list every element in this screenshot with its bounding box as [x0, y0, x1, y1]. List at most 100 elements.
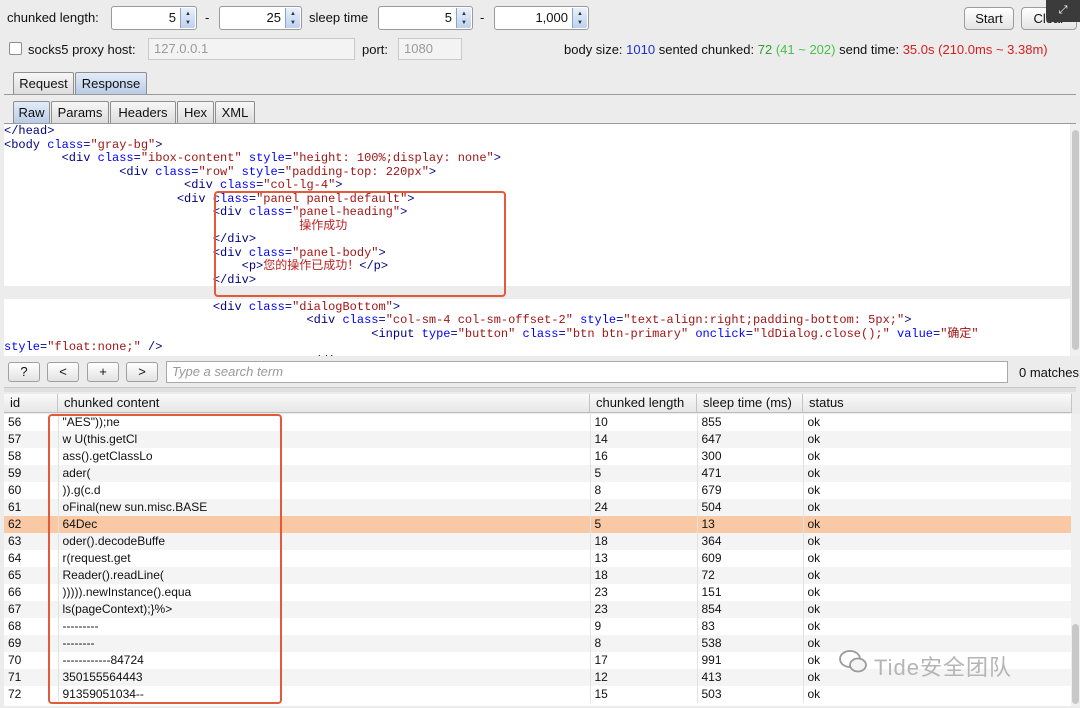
table-scrollbar[interactable] [1071, 414, 1080, 706]
cell-status: ok [803, 431, 1072, 448]
code-line: style="float:none;" /> [4, 341, 162, 354]
watermark-text: Tide安全团队 [874, 655, 1012, 680]
range-dash: - [205, 10, 210, 25]
code-token: = [558, 326, 566, 341]
col-id[interactable]: id [4, 394, 58, 413]
code-line: <div class="row" style="padding-top: 220… [4, 164, 437, 179]
table-scroll-thumb[interactable] [1072, 624, 1079, 704]
code-token: class [97, 151, 134, 165]
code-token: = [277, 164, 285, 179]
code-token: "btn btn-primary" [565, 326, 689, 341]
code-token: <div [4, 245, 249, 260]
expand-icon[interactable]: ⤢ [1046, 0, 1080, 22]
cell-status: ok [803, 482, 1072, 499]
code-token: > [904, 313, 912, 327]
tab-xml[interactable]: XML [215, 101, 255, 123]
code-token: "float:none;" [47, 340, 141, 354]
cell-sleep-time: 151 [697, 584, 804, 601]
cell-sleep-time: 83 [697, 618, 804, 635]
code-token: class [155, 164, 192, 179]
code-token: > [335, 178, 343, 192]
cell-sleep-time: 364 [697, 533, 804, 550]
code-token: > [493, 151, 501, 165]
spinner-arrows-icon[interactable]: ▲ ▼ [456, 8, 471, 28]
code-token: "button" [457, 326, 516, 341]
col-status[interactable]: status [803, 394, 1072, 413]
wechat-icon [839, 650, 867, 673]
cell-sleep-time: 854 [697, 601, 804, 618]
cell-sleep-time: 413 [697, 669, 804, 686]
code-scroll-thumb[interactable] [1072, 130, 1079, 350]
code-token: = [284, 299, 293, 314]
chunked-min-value: 5 [168, 10, 176, 25]
sented-value: 72 [757, 42, 773, 57]
code-token: "ibox-content" [140, 151, 242, 165]
sleep-min-spinner[interactable]: 5 ▲ ▼ [378, 6, 473, 30]
code-line: <div class="ibox-content" style="height:… [4, 152, 501, 165]
tab-params[interactable]: Params [51, 101, 109, 123]
socks-label: socks5 proxy host: [28, 42, 136, 57]
code-token: > [392, 299, 401, 314]
cell-status: ok [803, 516, 1072, 533]
spinner-arrows-icon[interactable]: ▲ ▼ [285, 8, 300, 28]
chunked-min-spinner[interactable]: 5 ▲ ▼ [111, 6, 197, 30]
next-match-button[interactable]: > [126, 362, 158, 382]
cell-chunked-length: 24 [590, 499, 698, 516]
code-token: > [428, 164, 437, 179]
chunked-max-spinner[interactable]: 25 ▲ ▼ [219, 6, 302, 30]
body-size-value: 1010 [626, 42, 656, 57]
code-token: class [248, 299, 285, 314]
col-chunked-length[interactable]: chunked length [590, 394, 697, 413]
cell-sleep-time: 679 [697, 482, 804, 499]
port-label: port: [362, 42, 389, 57]
port-input[interactable]: 1080 [398, 38, 462, 60]
col-sleep-time[interactable]: sleep time (ms) [697, 394, 803, 413]
cell-chunked-length: 23 [590, 601, 698, 618]
start-button[interactable]: Start [964, 7, 1014, 30]
tab-hex[interactable]: Hex [177, 101, 214, 123]
prev-match-button[interactable]: < [47, 362, 79, 382]
cell-chunked-length: 10 [590, 414, 698, 431]
raw-response-view[interactable]: </head> <body class="gray-bg"> <div class… [4, 124, 1070, 356]
code-line: <body class="gray-bg"> [4, 138, 162, 152]
cell-chunked-length: 16 [590, 448, 698, 465]
tab-headers[interactable]: Headers [110, 101, 176, 123]
cell-chunked-length: 8 [590, 482, 698, 499]
tab-response[interactable]: Response [75, 72, 147, 94]
help-button[interactable]: ? [8, 362, 40, 382]
spinner-arrows-icon[interactable]: ▲ ▼ [180, 8, 195, 28]
cell-chunked-length: 5 [590, 516, 698, 533]
code-token: style [580, 313, 617, 327]
code-line: </div> [4, 354, 349, 356]
col-chunked-content[interactable]: chunked content [58, 394, 590, 413]
tab-raw[interactable]: Raw [13, 101, 50, 123]
cell-chunked-length: 9 [590, 618, 698, 635]
cell-chunked-length: 18 [590, 533, 698, 550]
cell-sleep-time: 300 [697, 448, 804, 465]
cell-sleep-time: 13 [697, 516, 804, 533]
add-button[interactable]: + [87, 362, 119, 382]
socks-checkbox[interactable] [9, 42, 22, 55]
code-token: style [248, 151, 285, 165]
code-scrollbar[interactable] [1071, 124, 1080, 356]
cell-status: ok [803, 567, 1072, 584]
range-dash: - [480, 10, 485, 25]
tab-request[interactable]: Request [13, 72, 74, 94]
cell-status: ok [803, 414, 1072, 431]
highlight-box [214, 191, 506, 297]
search-input[interactable]: Type a search term [166, 361, 1008, 383]
code-token: = [450, 326, 458, 341]
sented-label: sented chunked: [658, 42, 755, 57]
code-token: <div [4, 299, 249, 314]
socks-host-input[interactable]: 127.0.0.1 [148, 38, 355, 60]
cell-chunked-length: 15 [590, 686, 698, 703]
sented-range: (41 ~ 202) [775, 42, 836, 57]
cell-status: ok [803, 686, 1072, 703]
spinner-arrows-icon[interactable]: ▲ ▼ [572, 8, 587, 28]
code-token: = [745, 326, 753, 341]
cell-chunked-length: 17 [590, 652, 698, 669]
code-token: <div [4, 151, 98, 165]
sleep-max-spinner[interactable]: 1,000 ▲ ▼ [494, 6, 589, 30]
split-divider[interactable] [4, 387, 1076, 392]
